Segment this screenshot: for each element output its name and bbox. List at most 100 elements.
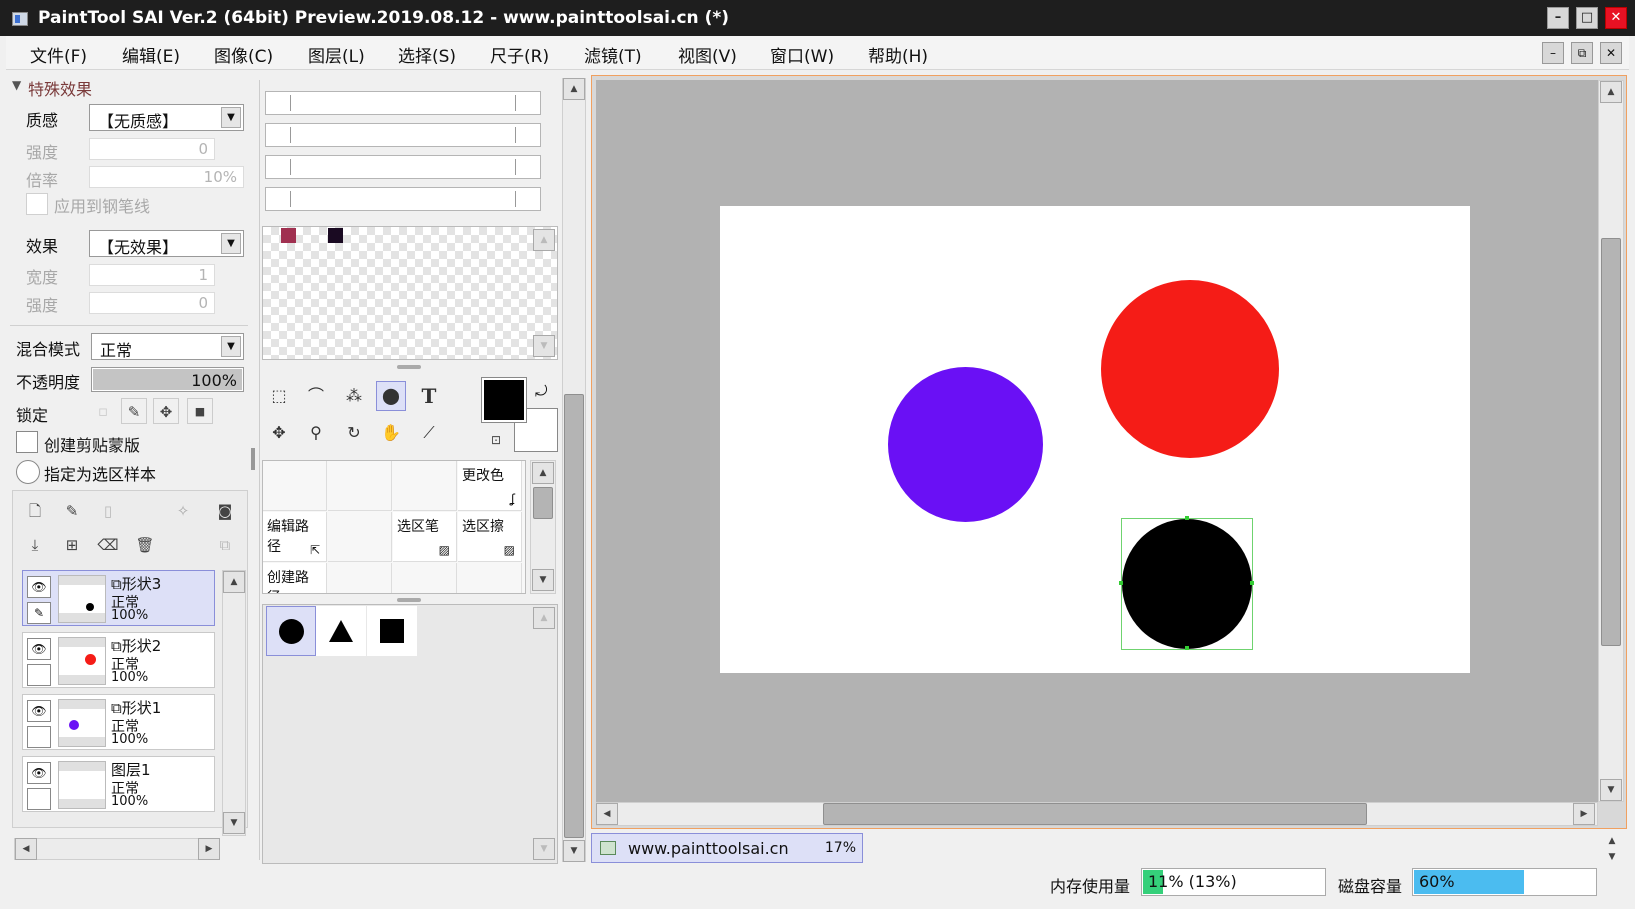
layer-item[interactable]: 👁 ⧉形状2 正常 100% xyxy=(22,632,215,688)
panel-splitter[interactable] xyxy=(397,365,421,369)
width-field[interactable]: 1 xyxy=(89,264,215,286)
scroll-thumb[interactable] xyxy=(823,803,1367,825)
selection-handle[interactable] xyxy=(1250,581,1254,585)
layer-effect-icon[interactable]: ✧ xyxy=(170,498,196,524)
lock-box[interactable] xyxy=(27,788,51,810)
scroll-down-icon[interactable]: ▼ xyxy=(533,335,555,357)
lock-all-icon[interactable]: ■ xyxy=(187,398,213,424)
eyedropper-icon[interactable]: ⟋ xyxy=(414,418,444,448)
scroll-down-icon[interactable]: ▼ xyxy=(533,838,555,860)
magic-wand-icon[interactable]: ⁂ xyxy=(339,381,369,411)
reset-colors-icon[interactable]: ⊡ xyxy=(486,430,506,450)
scroll-up-icon[interactable]: ▲ xyxy=(533,607,555,629)
mdi-close-button[interactable]: ✕ xyxy=(1600,42,1622,64)
navigator-slot[interactable] xyxy=(265,155,541,179)
lock-box[interactable] xyxy=(27,664,51,686)
edit-path-tool[interactable]: 编辑路径 ⇱ xyxy=(263,512,327,562)
menu-image[interactable]: 图像(C) xyxy=(214,42,273,67)
scroll-thumb[interactable] xyxy=(564,394,584,838)
layer-item[interactable]: 👁 图层1 正常 100% xyxy=(22,756,215,812)
merge-icon[interactable]: ⧉ xyxy=(212,532,238,558)
scroll-down-icon[interactable]: ▼ xyxy=(532,569,554,591)
square-shape-button[interactable] xyxy=(367,606,417,656)
scroll-thumb[interactable] xyxy=(1601,238,1621,646)
scroll-up-icon[interactable]: ▲ xyxy=(532,462,554,484)
lasso-icon[interactable]: ⌒ xyxy=(301,381,331,411)
hand-icon[interactable]: ✋ xyxy=(376,418,406,448)
rotate-icon[interactable]: ↻ xyxy=(339,418,369,448)
navigator-slot[interactable] xyxy=(265,187,541,211)
scroll-left-icon[interactable]: ◀ xyxy=(15,838,37,860)
scroll-down-icon[interactable]: ▼ xyxy=(223,812,245,834)
minimize-button[interactable]: – xyxy=(1547,7,1569,29)
color-swatch[interactable] xyxy=(281,228,296,243)
selection-handle[interactable] xyxy=(1119,581,1123,585)
circle-shape-button[interactable] xyxy=(266,606,316,656)
primary-color[interactable] xyxy=(481,377,527,423)
menu-edit[interactable]: 编辑(E) xyxy=(122,42,180,67)
scroll-right-icon[interactable]: ▶ xyxy=(198,838,220,860)
selection-handle[interactable] xyxy=(1185,516,1189,520)
add-icon[interactable]: ⊞ xyxy=(59,532,85,558)
menu-select[interactable]: 选择(S) xyxy=(398,42,456,67)
selection-source-radio[interactable] xyxy=(16,460,40,484)
effects-header[interactable]: 特殊效果 xyxy=(28,76,92,100)
new-layer-icon[interactable]: 🗋 xyxy=(22,498,48,524)
document-tab[interactable]: www.painttoolsai.cn 17% xyxy=(591,833,863,863)
lock-transparency-icon[interactable]: ▫ xyxy=(90,398,116,424)
menu-layer[interactable]: 图层(L) xyxy=(308,42,365,67)
canvas-paper[interactable] xyxy=(720,206,1470,673)
menu-filter[interactable]: 滤镜(T) xyxy=(584,42,642,67)
create-path-tool[interactable]: 创建路径 xyxy=(263,563,327,593)
merge-down-icon[interactable]: ⤓ xyxy=(22,532,48,558)
color-swatch[interactable] xyxy=(328,228,343,243)
panel-splitter[interactable] xyxy=(251,448,255,470)
mdi-minimize-button[interactable]: – xyxy=(1542,42,1564,64)
apply-pen-checkbox[interactable] xyxy=(26,193,48,215)
selection-handle[interactable] xyxy=(1185,646,1189,650)
lock-box[interactable] xyxy=(27,726,51,748)
black-circle[interactable] xyxy=(1122,519,1252,649)
menu-file[interactable]: 文件(F) xyxy=(30,42,87,67)
zoom-icon[interactable]: ⚲ xyxy=(301,418,331,448)
maximize-button[interactable]: □ xyxy=(1576,7,1598,29)
shape-tool-icon[interactable]: ⬤ xyxy=(376,381,406,411)
menu-window[interactable]: 窗口(W) xyxy=(770,42,834,67)
blend-mode-select[interactable]: 正常 ▼ xyxy=(91,333,244,360)
menu-help[interactable]: 帮助(H) xyxy=(868,42,928,67)
texture-select[interactable]: 【无质感】 ▼ xyxy=(89,104,244,131)
swatch-area[interactable] xyxy=(262,226,558,360)
scroll-down-icon[interactable]: ▼ xyxy=(563,840,585,862)
menu-ruler[interactable]: 尺子(R) xyxy=(490,42,549,67)
menu-view[interactable]: 视图(V) xyxy=(678,42,737,67)
lock-paint-icon[interactable]: ✎ xyxy=(121,398,147,424)
navigator-slot[interactable] xyxy=(265,91,541,115)
layer-item[interactable]: 👁 ✎ ⧉形状3 正常 100% xyxy=(22,570,215,626)
eye-icon[interactable]: 👁 xyxy=(27,700,51,722)
swap-colors-icon[interactable]: ⤾ xyxy=(535,382,548,400)
close-button[interactable]: ✕ xyxy=(1605,7,1627,29)
eye-icon[interactable]: 👁 xyxy=(27,762,51,784)
navigator-slot[interactable] xyxy=(265,123,541,147)
strength-field[interactable]: 0 xyxy=(89,138,215,160)
collapse-arrow-icon[interactable]: ▼ xyxy=(12,78,21,92)
mask-icon[interactable]: ◙ xyxy=(212,498,238,524)
new-folder-icon[interactable]: ▯ xyxy=(95,498,121,524)
mdi-restore-button[interactable]: ⧉ xyxy=(1571,42,1593,64)
tab-scroll-down-icon[interactable]: ▼ xyxy=(1602,850,1622,864)
scroll-thumb[interactable] xyxy=(533,487,553,519)
layer-scrollbar[interactable] xyxy=(222,570,246,836)
pencil-icon[interactable]: ✎ xyxy=(27,602,51,624)
scroll-left-icon[interactable]: ◀ xyxy=(596,803,618,825)
change-color-tool[interactable]: 更改色 ʆ xyxy=(458,461,522,511)
eye-icon[interactable]: 👁 xyxy=(27,576,51,598)
trash-icon[interactable]: 🗑 xyxy=(132,532,158,558)
strength2-field[interactable]: 0 xyxy=(89,292,215,314)
clear-layer-icon[interactable]: ⌫ xyxy=(95,532,121,558)
text-tool-icon[interactable]: T xyxy=(414,381,444,411)
effect-select[interactable]: 【无效果】 ▼ xyxy=(89,230,244,257)
red-circle[interactable] xyxy=(1101,280,1279,458)
scroll-up-icon[interactable]: ▲ xyxy=(533,229,555,251)
scroll-down-icon[interactable]: ▼ xyxy=(1600,779,1622,801)
scroll-right-icon[interactable]: ▶ xyxy=(1573,803,1595,825)
